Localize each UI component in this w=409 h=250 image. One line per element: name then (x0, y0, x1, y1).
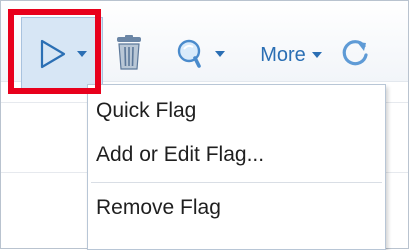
refresh-icon (340, 38, 370, 68)
menu-item-add-edit-flag[interactable]: Add or Edit Flag... (96, 143, 264, 167)
chevron-down-icon[interactable] (215, 51, 225, 57)
delete-button[interactable] (113, 34, 145, 76)
menu-item-quick-flag[interactable]: Quick Flag (96, 99, 196, 123)
search-icon (175, 39, 207, 69)
refresh-button[interactable] (338, 35, 372, 71)
trash-icon (116, 34, 142, 76)
highlight-box (8, 9, 101, 94)
find-button[interactable] (164, 36, 236, 72)
menu-item-remove-flag[interactable]: Remove Flag (96, 196, 221, 220)
more-label: More (260, 43, 306, 66)
chevron-down-icon (311, 52, 322, 58)
flag-dropdown-menu: Quick Flag Add or Edit Flag... Remove Fl… (87, 84, 386, 250)
menu-separator (91, 182, 382, 183)
more-button[interactable]: More (248, 38, 334, 72)
